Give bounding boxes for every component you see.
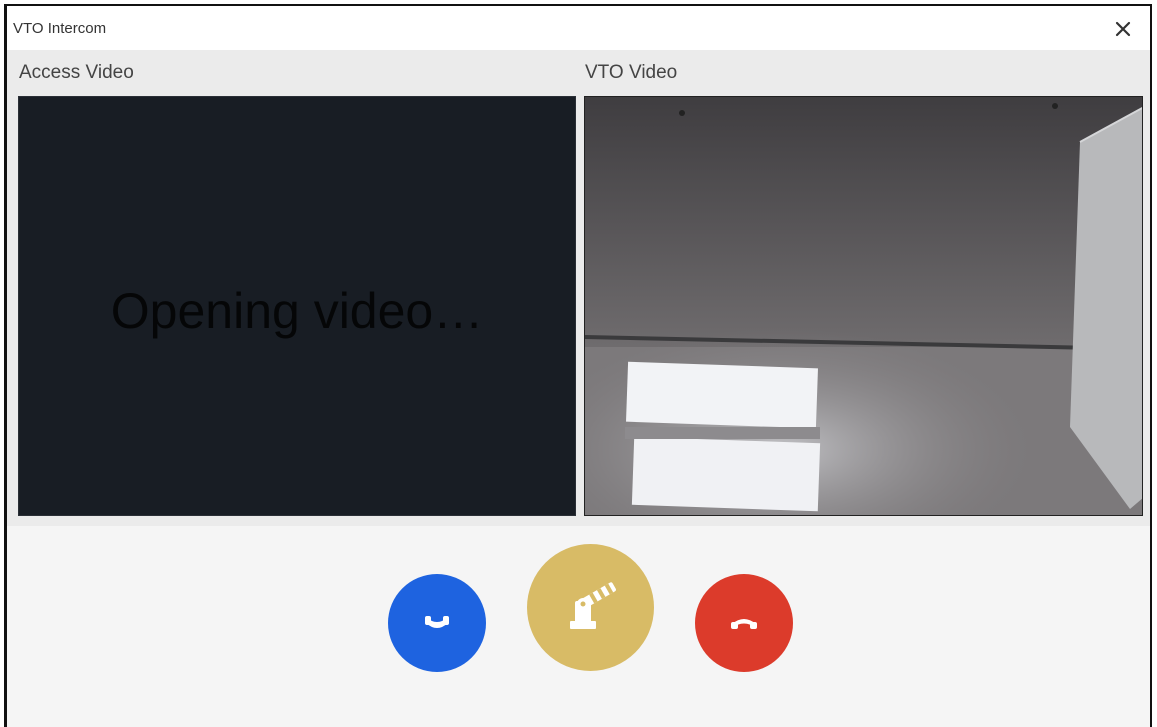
close-icon [1115,21,1131,37]
video-loading-text: Opening video… [110,283,484,339]
access-video-label: Access Video [19,62,134,83]
hangup-button[interactable] [695,574,793,672]
window-title: VTO Intercom [13,20,107,37]
phone-hangup-icon [731,619,757,629]
vto-video-label: VTO Video [585,62,678,83]
vto-video-panel [584,96,1143,516]
answer-call-button[interactable] [388,574,486,672]
access-video-panel: Opening video… [18,96,576,516]
title-bar: VTO Intercom [7,6,1150,50]
video-area: Access Video VTO Video Opening video… [7,50,1150,526]
camera-feed-image [585,97,1142,515]
close-button[interactable] [1112,18,1134,40]
intercom-window: VTO Intercom Access Video VTO Video Open… [4,4,1152,727]
barrier-gate-icon [569,581,616,629]
call-controls [7,526,1150,727]
open-gate-button[interactable] [527,544,654,671]
phone-answer-icon [425,616,449,628]
